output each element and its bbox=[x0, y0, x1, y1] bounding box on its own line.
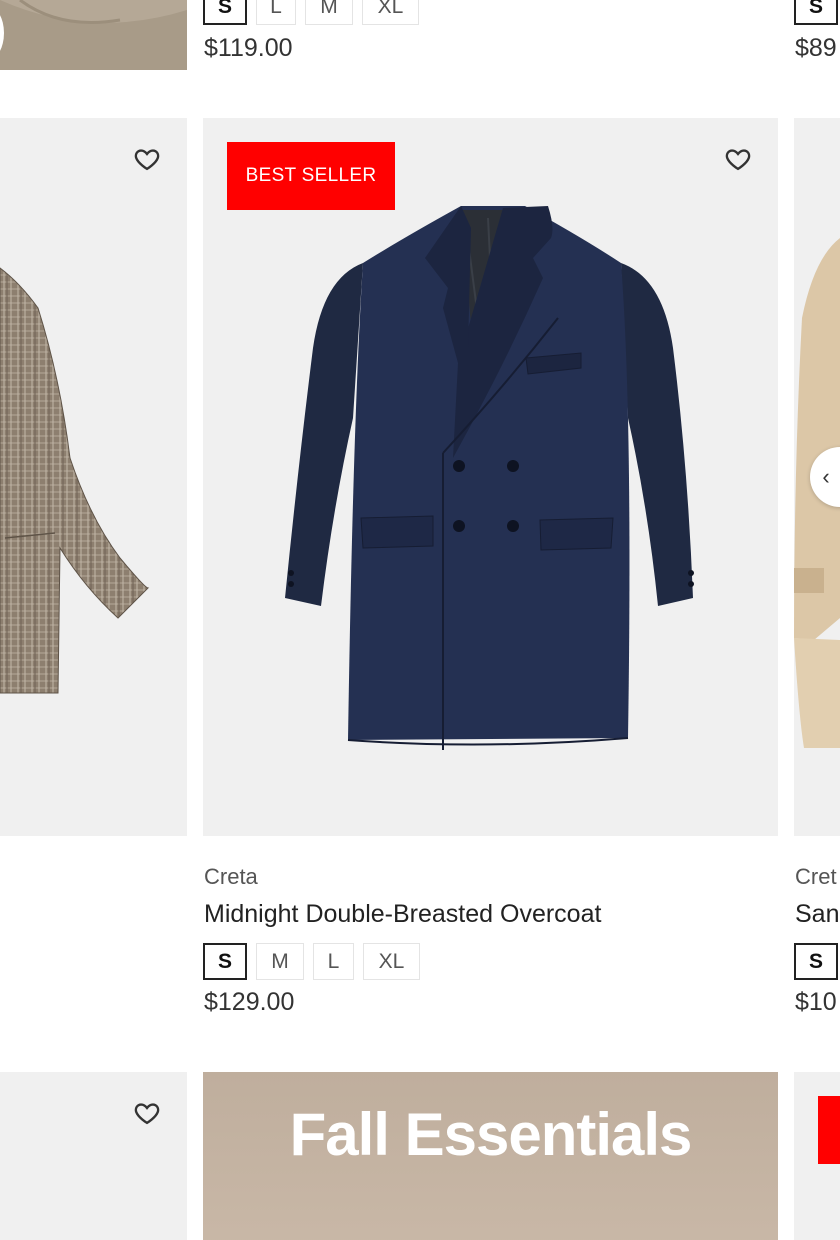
product-price: $129.00 bbox=[204, 988, 295, 1016]
size-selector-top-middle: S L M XL bbox=[203, 0, 419, 25]
size-selector-top-right: S bbox=[794, 0, 838, 25]
product-price-partial: $89 bbox=[795, 34, 837, 62]
plaid-blazer-illustration bbox=[0, 267, 150, 694]
product-price-partial: $10 bbox=[795, 988, 837, 1016]
badge-partial bbox=[818, 1096, 840, 1164]
wishlist-heart-icon[interactable] bbox=[132, 1098, 162, 1128]
size-option-l[interactable]: L bbox=[256, 0, 296, 25]
product-image-plaid-top[interactable] bbox=[0, 0, 187, 70]
size-selector: S M L XL bbox=[203, 943, 420, 980]
size-selector-partial: S bbox=[794, 943, 838, 980]
size-option-l[interactable]: L bbox=[313, 943, 354, 980]
product-brand: Creta bbox=[204, 864, 258, 889]
wishlist-heart-icon[interactable] bbox=[723, 144, 753, 174]
size-option-s[interactable]: S bbox=[203, 0, 247, 25]
size-option-m[interactable]: M bbox=[305, 0, 353, 25]
product-brand-partial: Cret bbox=[795, 864, 837, 889]
product-title[interactable]: Midnight Double-Breasted Overcoat bbox=[204, 900, 601, 929]
fabric-texture bbox=[0, 0, 187, 70]
size-option-xl[interactable]: XL bbox=[362, 0, 419, 25]
best-seller-badge: BEST SELLER bbox=[227, 142, 395, 210]
banner-title: Fall Essentials bbox=[289, 1101, 693, 1168]
product-title-partial[interactable]: San bbox=[795, 900, 839, 929]
product-image-plaid-blazer[interactable] bbox=[0, 118, 187, 836]
product-price: $119.00 bbox=[204, 34, 293, 62]
size-option-xl[interactable]: XL bbox=[363, 943, 420, 980]
size-option-s[interactable]: S bbox=[794, 0, 838, 25]
size-option-s[interactable]: S bbox=[203, 943, 247, 980]
chevron-left-icon: ‹ bbox=[822, 464, 830, 489]
product-image-navy-overcoat[interactable] bbox=[203, 118, 778, 836]
size-option-m[interactable]: M bbox=[256, 943, 304, 980]
product-image-bottom-right[interactable] bbox=[794, 1072, 840, 1240]
promo-banner[interactable]: Fall Essentials bbox=[203, 1072, 778, 1240]
size-option-s[interactable]: S bbox=[794, 943, 838, 980]
navy-overcoat-illustration bbox=[285, 206, 694, 750]
wishlist-heart-icon[interactable] bbox=[132, 144, 162, 174]
